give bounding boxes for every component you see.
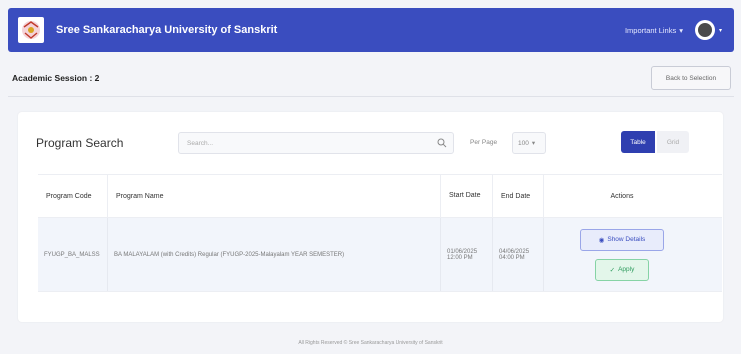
per-page-select[interactable]: 100 ▾ [512, 132, 546, 154]
academic-session-label: Academic Session : 2 [12, 73, 100, 83]
cell-start-date: 01/06/2025 12:00 PM [441, 218, 493, 291]
header-program-name: Program Name [108, 175, 441, 217]
header-program-code: Program Code [38, 175, 108, 217]
program-table: Program Code Program Name Start Date End… [38, 174, 722, 292]
cell-actions: ◉ Show Details ✓ Apply [544, 218, 700, 291]
divider [8, 96, 734, 97]
avatar-chevron-down-icon[interactable]: ▾ [719, 27, 722, 34]
check-icon: ✓ [609, 266, 616, 274]
per-page-label: Per Page [470, 139, 498, 146]
start-date-label: Start Date [449, 192, 481, 200]
show-details-button[interactable]: ◉ Show Details [580, 228, 664, 251]
program-search-card: Program Search Search... Per Page 100 ▾ … [18, 112, 723, 322]
table-header: Program Code Program Name Start Date End… [38, 174, 722, 218]
important-links-label: Important Links [624, 25, 677, 35]
search-input[interactable]: Search... [178, 132, 454, 154]
chevron-down-icon: ▾ [679, 25, 683, 35]
program-search-title: Program Search [36, 136, 124, 150]
search-icon [437, 138, 447, 148]
chevron-down-icon: ▾ [531, 140, 536, 147]
apply-label: Apply [618, 266, 635, 273]
eye-icon: ◉ [598, 236, 605, 244]
cell-program-code: FYUGP_BA_MALSS [38, 218, 108, 291]
show-details-label: Show Details [607, 236, 646, 243]
cell-program-name: BA MALAYALAM (with Credits) Regular (FYU… [108, 218, 441, 291]
header-start-date: Start Date [441, 175, 493, 217]
table-row: FYUGP_BA_MALSS BA MALAYALAM (with Credit… [38, 218, 722, 292]
grid-view-button[interactable]: Grid [657, 131, 689, 153]
university-logo[interactable] [18, 17, 44, 43]
header-end-date: End Date [493, 175, 544, 217]
logo-emblem-icon [22, 21, 40, 39]
per-page-value: 100 [518, 139, 529, 147]
university-name[interactable]: Sree Sankaracharya University of Sanskri… [56, 24, 277, 36]
start-time-value: 12:00 PM [447, 254, 473, 261]
user-avatar-icon[interactable] [694, 20, 715, 40]
end-time-value: 04:00 PM [499, 254, 525, 261]
back-to-selection-button[interactable]: Back to Selection [651, 66, 731, 90]
footer-copyright: All Rights Reserved © Sree Sankaracharya… [298, 340, 443, 346]
search-placeholder: Search... [187, 139, 214, 147]
header-actions: Actions [610, 192, 634, 200]
top-navbar: Sree Sankaracharya University of Sanskri… [8, 8, 734, 52]
apply-button[interactable]: ✓ Apply [595, 258, 649, 281]
cell-end-date: 04/06/2025 04:00 PM [493, 218, 544, 291]
important-links-dropdown[interactable]: Important Links ▾ [625, 26, 683, 35]
table-view-button[interactable]: Table [621, 131, 655, 153]
